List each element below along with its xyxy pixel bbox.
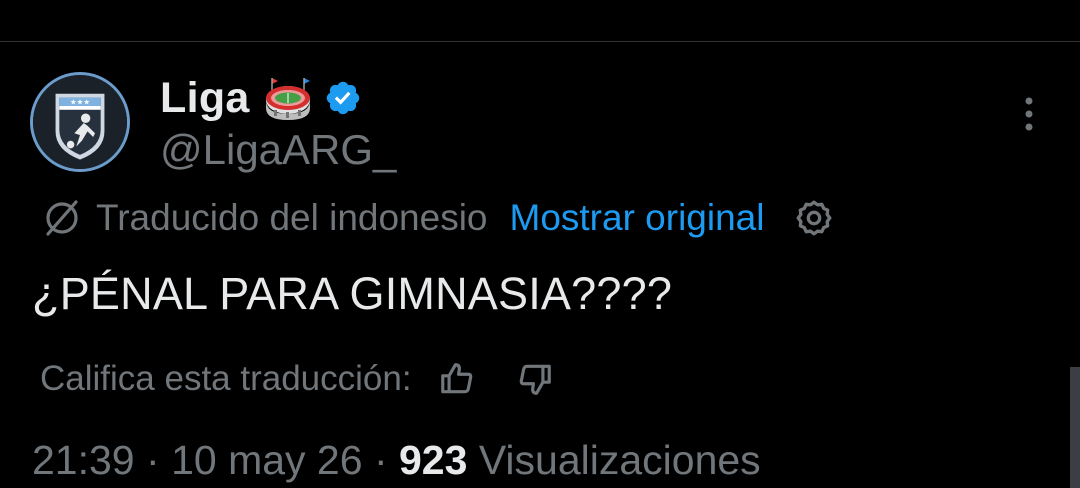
meta-separator: · [146, 437, 160, 483]
gear-icon[interactable] [794, 198, 834, 238]
show-original-link[interactable]: Mostrar original [510, 197, 765, 239]
stadium-emoji-icon [265, 78, 310, 120]
translation-label: Traducido del indonesio [96, 197, 488, 238]
tweet-text: ¿PÉNAL PARA GIMNASIA???? [32, 268, 673, 319]
author-handle[interactable]: @LigaARG_ [160, 126, 396, 174]
author-display-name[interactable]: Liga [160, 74, 250, 123]
verified-badge-icon[interactable] [324, 79, 362, 117]
top-divider [0, 41, 1080, 42]
avatar[interactable]: ★★★ [30, 72, 130, 172]
author-name-row[interactable]: Liga [160, 70, 362, 126]
tweet-date[interactable]: 10 may 26 [171, 437, 362, 483]
translate-icon [46, 200, 78, 236]
svg-text:★★★: ★★★ [70, 98, 90, 107]
views-label: Visualizaciones [478, 437, 761, 483]
liga-logo-icon: ★★★ [33, 75, 127, 169]
tweet-time[interactable]: 21:39 [32, 437, 135, 483]
translation-row: Traducido del indonesio Mostrar original [40, 194, 834, 242]
scrollbar[interactable] [1070, 367, 1080, 488]
tweet-meta: 21:39 · 10 may 26 · 923 Visualizaciones [32, 437, 761, 484]
thumbs-up-icon[interactable] [438, 360, 476, 398]
views-count: 923 [399, 437, 468, 483]
meta-separator: · [373, 437, 388, 483]
rate-translation-label: Califica esta traducción: [40, 359, 412, 398]
thumbs-down-icon[interactable] [516, 360, 554, 398]
rate-translation-row: Califica esta traducción: [40, 355, 554, 403]
more-options-icon[interactable] [1012, 94, 1046, 134]
